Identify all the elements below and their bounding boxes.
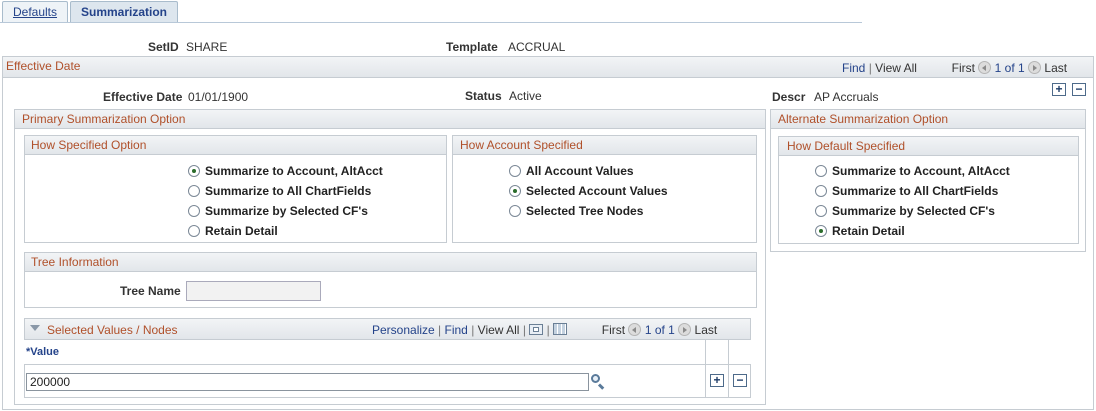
radio-alt-retain-detail[interactable]: Retain Detail <box>815 223 905 239</box>
effective-date-nav: Find | View All First 1 of 1 Last <box>842 61 1067 75</box>
view-all-link[interactable]: View All <box>478 323 520 337</box>
tree-information-title: Tree Information <box>31 255 119 269</box>
view-all-link[interactable]: View All <box>875 61 917 75</box>
previous-icon[interactable] <box>628 323 642 336</box>
radio-label: Summarize to All ChartFields <box>205 184 372 198</box>
separator: | <box>868 61 872 75</box>
tree-information-header <box>24 252 757 272</box>
radio-icon[interactable] <box>188 165 200 177</box>
next-icon[interactable] <box>678 323 692 336</box>
add-value-row-button[interactable]: + <box>710 374 724 387</box>
radio-alt-summarize-selected-cfs[interactable]: Summarize by Selected CF's <box>815 203 995 219</box>
radio-label: Summarize to Account, AltAcct <box>205 164 383 178</box>
radio-icon[interactable] <box>815 165 827 177</box>
lookup-icon[interactable] <box>590 373 605 390</box>
delete-value-row-button[interactable]: − <box>733 374 747 387</box>
grid-column-header-row <box>24 340 751 365</box>
status-label: Status <box>465 89 502 103</box>
radio-icon[interactable] <box>188 185 200 197</box>
personalize-link[interactable]: Personalize <box>372 323 435 337</box>
radio-selected-account-values[interactable]: Selected Account Values <box>509 183 668 199</box>
effective-date-title: Effective Date <box>6 59 81 73</box>
last-label: Last <box>1044 61 1068 75</box>
how-account-specified-title: How Account Specified <box>460 138 583 152</box>
row-range: 1 of 1 <box>994 61 1025 75</box>
tab-summarization[interactable]: Summarization <box>70 1 178 23</box>
template-value: ACCRUAL <box>508 40 566 54</box>
value-input[interactable]: 200000 <box>26 373 589 391</box>
last-label: Last <box>694 323 718 337</box>
tab-defaults[interactable]: Defaults <box>2 1 68 23</box>
next-icon[interactable] <box>1028 61 1042 74</box>
separator: | <box>546 323 550 337</box>
radio-label: Retain Detail <box>832 224 905 238</box>
radio-summarize-account-altacct[interactable]: Summarize to Account, AltAcct <box>188 163 383 179</box>
radio-label: Summarize to Account, AltAcct <box>832 164 1010 178</box>
radio-icon[interactable] <box>509 185 521 197</box>
grid-column-divider <box>728 340 729 398</box>
radio-label: Summarize by Selected CF's <box>205 204 368 218</box>
radio-alt-summarize-all-chartfields[interactable]: Summarize to All ChartFields <box>815 183 998 199</box>
primary-summarization-title: Primary Summarization Option <box>22 112 186 126</box>
delete-row-button[interactable]: − <box>1072 83 1086 96</box>
status-value: Active <box>509 89 542 103</box>
how-default-specified-title: How Default Specified <box>787 139 906 153</box>
grid-column-divider <box>705 340 706 398</box>
add-row-button[interactable]: + <box>1052 83 1066 96</box>
zoom-grid-icon[interactable] <box>529 324 544 335</box>
radio-label: All Account Values <box>526 164 634 178</box>
radio-alt-summarize-account-altacct[interactable]: Summarize to Account, AltAcct <box>815 163 1010 179</box>
radio-label: Summarize to All ChartFields <box>832 184 999 198</box>
radio-icon[interactable] <box>188 225 200 237</box>
radio-icon[interactable] <box>815 185 827 197</box>
setid-value: SHARE <box>186 40 228 54</box>
radio-summarize-all-chartfields[interactable]: Summarize to All ChartFields <box>188 183 371 199</box>
separator: | <box>522 323 526 337</box>
radio-icon[interactable] <box>188 205 200 217</box>
selected-values-nav: Personalize | Find | View All | | First … <box>372 323 717 337</box>
radio-label: Selected Account Values <box>526 184 668 198</box>
first-label: First <box>951 61 975 75</box>
previous-icon[interactable] <box>978 61 992 74</box>
radio-icon[interactable] <box>509 165 521 177</box>
template-label: Template <box>446 40 498 54</box>
descr-label: Descr <box>772 90 806 104</box>
how-specified-option-title: How Specified Option <box>31 138 147 152</box>
first-label: First <box>601 323 626 337</box>
tree-name-input[interactable] <box>186 281 321 301</box>
separator: | <box>471 323 475 337</box>
find-link[interactable]: Find <box>445 323 468 337</box>
radio-icon[interactable] <box>815 225 827 237</box>
alternate-summarization-title: Alternate Summarization Option <box>778 112 949 126</box>
selected-values-title: Selected Values / Nodes <box>47 323 178 337</box>
tree-name-label: Tree Name <box>120 284 181 298</box>
download-icon[interactable] <box>553 323 568 335</box>
value-column-header: *Value <box>26 346 60 358</box>
tab-divider <box>0 22 862 23</box>
row-range: 1 of 1 <box>644 323 675 337</box>
radio-retain-detail[interactable]: Retain Detail <box>188 223 278 239</box>
radio-label: Summarize by Selected CF's <box>832 204 995 218</box>
separator: | <box>438 323 442 337</box>
setid-label: SetID <box>148 40 179 54</box>
collapse-icon[interactable] <box>30 325 40 331</box>
radio-summarize-selected-cfs[interactable]: Summarize by Selected CF's <box>188 203 368 219</box>
find-link[interactable]: Find <box>842 61 865 75</box>
radio-label: Retain Detail <box>205 224 278 238</box>
descr-value: AP Accruals <box>814 90 879 104</box>
radio-label: Selected Tree Nodes <box>526 204 644 218</box>
radio-all-account-values[interactable]: All Account Values <box>509 163 634 179</box>
radio-icon[interactable] <box>815 205 827 217</box>
effective-date-label: Effective Date <box>103 90 183 104</box>
radio-selected-tree-nodes[interactable]: Selected Tree Nodes <box>509 203 643 219</box>
effective-date-value: 01/01/1900 <box>188 90 249 104</box>
radio-icon[interactable] <box>509 205 521 217</box>
